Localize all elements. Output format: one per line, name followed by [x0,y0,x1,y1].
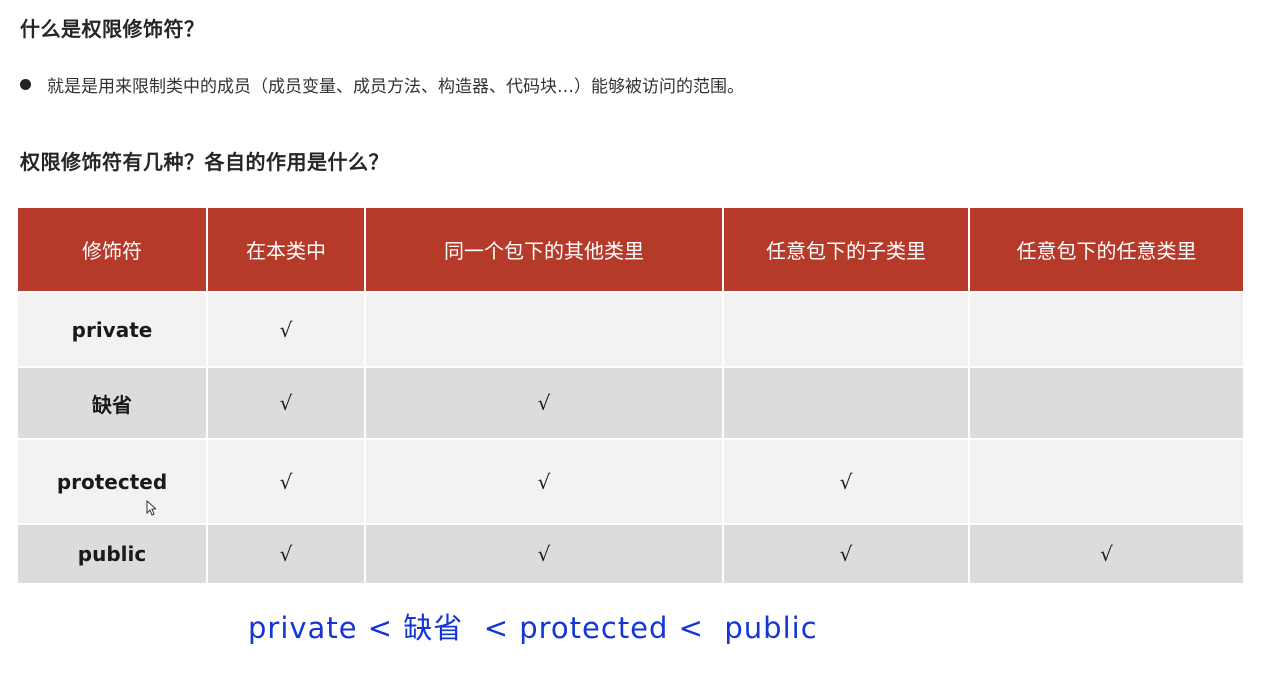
check-cell [969,292,1243,368]
check-cell: √ [969,524,1243,585]
check-cell: √ [207,367,366,440]
check-cell: √ [207,439,366,525]
modifier-cell: protected [18,439,208,525]
table-row-private: private √ [18,292,1243,368]
heading-modifier-types: 权限修饰符有几种？各自的作用是什么？ [20,150,389,174]
check-cell: √ [365,439,724,525]
check-cell: √ [207,292,366,368]
definition-bullet: 就是是用来限制类中的成员（成员变量、成员方法、构造器、代码块…）能够被访问的范围… [20,72,744,97]
check-cell: √ [365,367,724,440]
table-row-public: public √ √ √ √ [18,524,1243,585]
table-header-row: 修饰符 在本类中 同一个包下的其他类里 任意包下的子类里 任意包下的任意类里 [18,208,1243,293]
header-subclass-any-package: 任意包下的子类里 [723,208,970,293]
check-cell [969,439,1243,525]
mouse-pointer-icon [146,500,156,516]
modifier-cell: public [18,524,208,585]
check-cell [723,367,970,440]
header-same-package: 同一个包下的其他类里 [365,208,724,293]
bullet-dot-icon [20,79,31,90]
check-cell: √ [207,524,366,585]
check-cell [969,367,1243,440]
modifier-cell: 缺省 [18,367,208,440]
check-cell: √ [365,524,724,585]
table-row-protected: protected √ √ √ [18,439,1243,525]
modifier-cell: private [18,292,208,368]
header-any-class-any-package: 任意包下的任意类里 [969,208,1243,293]
header-same-class: 在本类中 [207,208,366,293]
access-modifier-table: 修饰符 在本类中 同一个包下的其他类里 任意包下的子类里 任意包下的任意类里 p… [18,208,1243,585]
check-cell: √ [723,524,970,585]
check-cell [365,292,724,368]
heading-what-are-access-modifiers: 什么是权限修饰符？ [20,17,205,41]
table-row-default: 缺省 √ √ [18,367,1243,440]
check-cell [723,292,970,368]
check-cell: √ [723,439,970,525]
handwritten-order-annotation: private < 缺省 < protected < public [248,611,818,645]
header-modifier: 修饰符 [18,208,208,293]
definition-text: 就是是用来限制类中的成员（成员变量、成员方法、构造器、代码块…）能够被访问的范围… [47,77,744,97]
